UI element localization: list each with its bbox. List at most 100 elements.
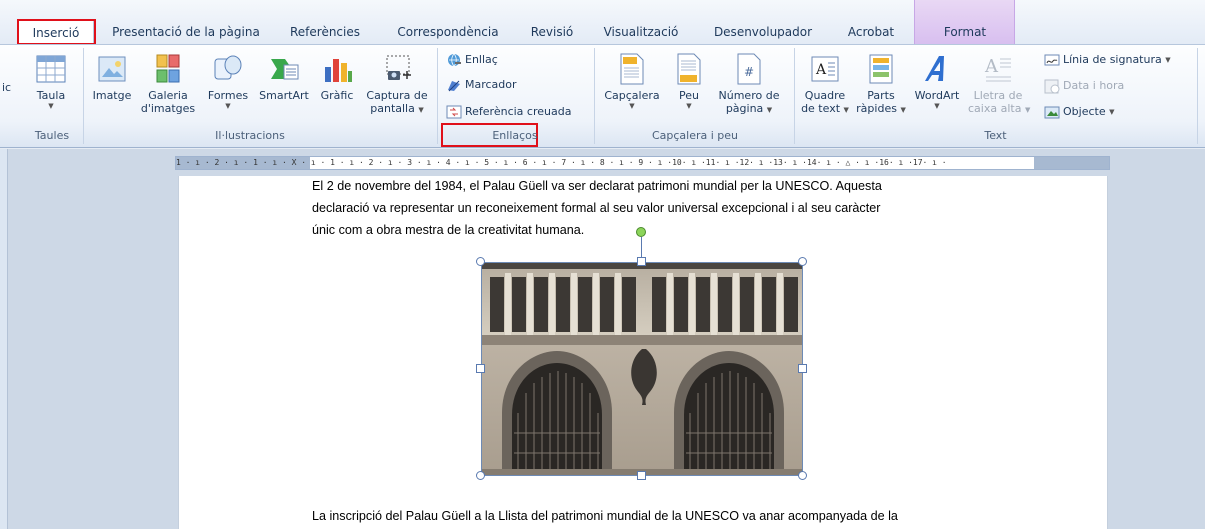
ribbon-tab-row: Inserció Presentació de la pàgina Referè… bbox=[0, 0, 1205, 45]
cross-reference-icon bbox=[446, 105, 462, 119]
quadre-label-2: de text bbox=[801, 102, 841, 115]
ruler-right-margin bbox=[1034, 157, 1109, 169]
ribbon: ic Taula ▼ Taules Imatge Galeria d'imatg… bbox=[0, 44, 1205, 148]
captura-pantalla-button[interactable]: Captura de pantalla ▼ bbox=[364, 53, 430, 117]
taula-label: Taula bbox=[36, 89, 66, 102]
resize-handle-top[interactable] bbox=[637, 257, 646, 266]
data-hora-button[interactable]: Data i hora bbox=[1044, 77, 1124, 95]
linia-label: Línia de signatura bbox=[1063, 53, 1162, 66]
dropdown-arrow-icon: ▼ bbox=[1165, 56, 1171, 64]
linia-signatura-button[interactable]: Línia de signatura ▼ bbox=[1044, 51, 1171, 69]
dropdown-arrow-icon: ▼ bbox=[900, 106, 906, 114]
group-label-enllacos: Enllaços bbox=[492, 129, 538, 142]
group-label-taules: Taules bbox=[34, 129, 70, 142]
paragraph-2[interactable]: La inscripció del Palau Güell a la Llist… bbox=[312, 505, 972, 527]
galeria-label-1: Galeria bbox=[148, 89, 188, 102]
group-separator bbox=[594, 48, 595, 144]
tab-desenvolupador[interactable]: Desenvolupador bbox=[706, 20, 820, 44]
page-number-icon: # bbox=[737, 53, 761, 85]
horizontal-ruler[interactable]: 1 · ı · 2 · ı · 1 · ı · X · ı · 1 · ı · … bbox=[175, 156, 1110, 170]
footer-icon bbox=[677, 53, 701, 85]
peu-button[interactable]: Peu ▼ bbox=[672, 53, 706, 111]
numero-label-2: pàgina bbox=[725, 102, 764, 115]
paragraph-1-line-2: declaració va representar un reconeixeme… bbox=[312, 201, 881, 215]
cut-off-label: ic bbox=[2, 81, 12, 94]
dropdown-arrow-icon: ▼ bbox=[686, 102, 692, 110]
object-icon bbox=[1044, 106, 1060, 119]
svg-text:A: A bbox=[984, 56, 999, 77]
screenshot-icon bbox=[386, 55, 411, 80]
tab-format[interactable]: Format bbox=[930, 20, 1000, 44]
chart-icon bbox=[325, 59, 352, 82]
group-label-capcalera: Capçalera i peu bbox=[651, 129, 739, 142]
group-separator bbox=[437, 48, 438, 144]
quadre-text-button[interactable]: A Quadre de text ▼ bbox=[796, 53, 854, 117]
wordart-button[interactable]: WordArt ▼ bbox=[911, 53, 963, 111]
date-time-icon bbox=[1044, 79, 1060, 94]
dropdown-arrow-icon: ▼ bbox=[418, 106, 424, 114]
taula-button[interactable]: Taula ▼ bbox=[30, 53, 72, 111]
resize-handle-bottom-right[interactable] bbox=[798, 471, 807, 480]
bookmark-icon bbox=[448, 80, 460, 92]
tab-insercio[interactable]: Inserció bbox=[18, 20, 94, 45]
resize-handle-bottom[interactable] bbox=[637, 471, 646, 480]
enllac-button[interactable]: Enllaç bbox=[446, 51, 498, 69]
parts-rapides-button[interactable]: Parts ràpides ▼ bbox=[855, 53, 907, 117]
galeria-imatges-button[interactable]: Galeria d'imatges bbox=[140, 53, 196, 115]
tab-revisio[interactable]: Revisió bbox=[522, 20, 582, 44]
resize-handle-left[interactable] bbox=[476, 364, 485, 373]
rotate-connector bbox=[641, 237, 642, 258]
dropdown-arrow-icon: ▼ bbox=[934, 102, 940, 110]
palau-guell-image[interactable] bbox=[481, 262, 803, 476]
lletra-label-2: caixa alta bbox=[968, 102, 1022, 115]
captura-label-1: Captura de bbox=[366, 89, 428, 102]
formes-label: Formes bbox=[207, 89, 249, 102]
enllac-label: Enllaç bbox=[465, 53, 498, 66]
smartart-icon bbox=[271, 59, 299, 80]
dropdown-arrow-icon: ▼ bbox=[629, 102, 635, 110]
grafic-label: Gràfic bbox=[320, 89, 354, 102]
dropdown-arrow-icon: ▼ bbox=[225, 102, 231, 110]
hyperlink-icon bbox=[448, 53, 461, 67]
group-label-text: Text bbox=[984, 129, 1007, 142]
rotate-handle[interactable] bbox=[636, 227, 646, 237]
resize-handle-right[interactable] bbox=[798, 364, 807, 373]
objecte-label: Objecte bbox=[1063, 105, 1106, 118]
capcalera-button[interactable]: Capçalera ▼ bbox=[601, 53, 663, 111]
palau-guell-photo bbox=[482, 263, 802, 475]
galeria-label-2: d'imatges bbox=[140, 102, 196, 115]
wordart-label: WordArt bbox=[914, 89, 960, 102]
picture-icon bbox=[98, 56, 126, 82]
referencia-label: Referència creuada bbox=[465, 105, 572, 118]
resize-handle-top-left[interactable] bbox=[476, 257, 485, 266]
signature-line-icon bbox=[1044, 54, 1060, 66]
parts-label-2: ràpides bbox=[856, 102, 897, 115]
header-icon bbox=[620, 53, 644, 85]
formes-button[interactable]: Formes ▼ bbox=[205, 53, 251, 111]
capcalera-label: Capçalera bbox=[604, 89, 660, 102]
group-separator bbox=[83, 48, 84, 144]
tab-acrobat[interactable]: Acrobat bbox=[836, 20, 906, 44]
resize-handle-top-right[interactable] bbox=[798, 257, 807, 266]
marcador-label: Marcador bbox=[465, 78, 517, 91]
quick-parts-icon bbox=[869, 54, 893, 84]
paragraph-1-line-1: El 2 de novembre del 1984, el Palau Güel… bbox=[312, 179, 882, 193]
tab-visualitzacio[interactable]: Visualització bbox=[593, 20, 689, 44]
resize-handle-bottom-left[interactable] bbox=[476, 471, 485, 480]
referencia-creuada-button[interactable]: Referència creuada bbox=[446, 103, 571, 121]
group-label-illustracions: Il·lustracions bbox=[215, 129, 285, 142]
tab-referencies[interactable]: Referències bbox=[280, 20, 370, 44]
tab-presentacio-pagina[interactable]: Presentació de la pàgina bbox=[104, 20, 268, 44]
marcador-button[interactable]: Marcador bbox=[446, 76, 517, 94]
imatge-button[interactable]: Imatge bbox=[90, 53, 134, 102]
tab-correspondencia[interactable]: Correspondència bbox=[388, 20, 508, 44]
ruler-ticks: 1 · ı · 2 · ı · 1 · ı · X · ı · 1 · ı · … bbox=[176, 158, 947, 167]
grafic-button[interactable]: Gràfic bbox=[315, 53, 359, 102]
wordart-icon bbox=[925, 56, 944, 81]
lletra-caixa-alta-button[interactable]: A Lletra de caixa alta ▼ bbox=[968, 53, 1030, 117]
smartart-button[interactable]: SmartArt bbox=[256, 53, 312, 102]
dropdown-arrow-icon: ▼ bbox=[843, 106, 849, 114]
numero-pagina-button[interactable]: # Número de pàgina ▼ bbox=[713, 53, 785, 117]
dropdown-arrow-icon: ▼ bbox=[1109, 108, 1115, 116]
objecte-button[interactable]: Objecte ▼ bbox=[1044, 103, 1114, 121]
